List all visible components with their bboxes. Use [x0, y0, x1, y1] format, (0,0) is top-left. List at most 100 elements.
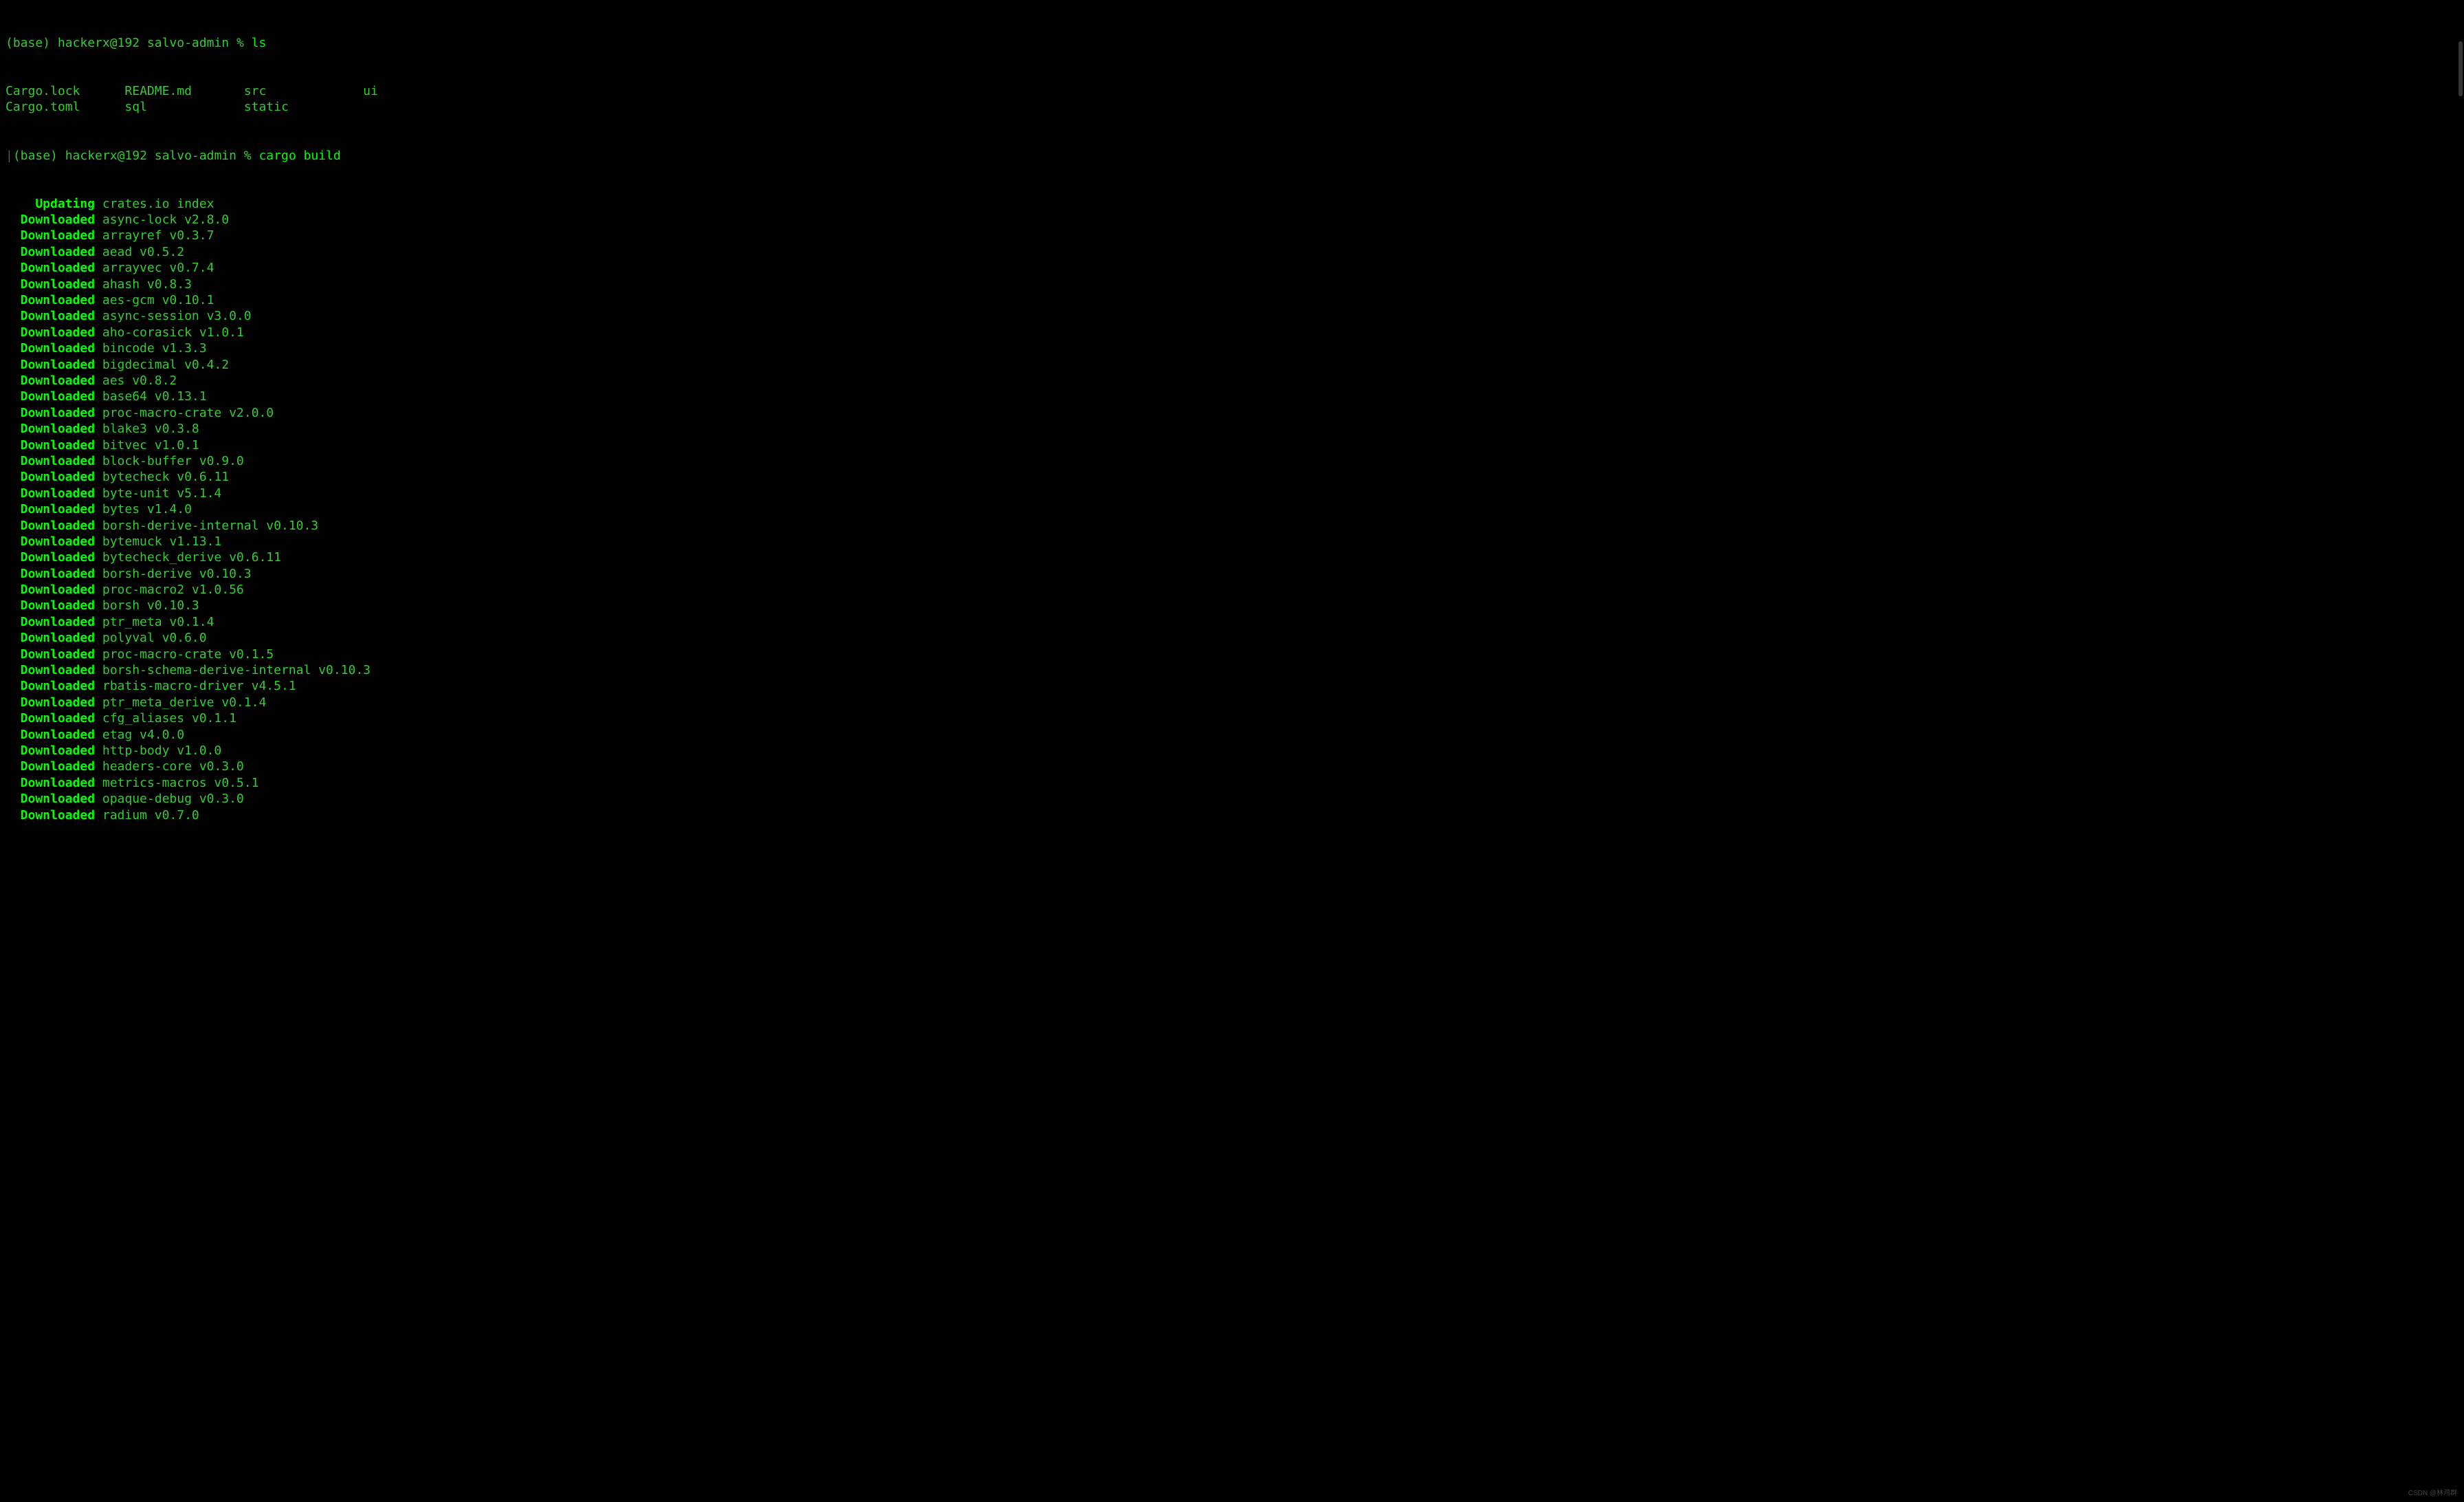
- prompt-line-1: (base) hackerx@192 salvo-admin % ls: [6, 35, 2458, 51]
- cargo-output-line: Downloaded base64 v0.13.1: [6, 389, 2458, 404]
- ls-entry: static: [244, 99, 363, 115]
- cargo-output-line: Downloaded blake3 v0.3.8: [6, 421, 2458, 437]
- cargo-status: Downloaded: [6, 405, 95, 421]
- cargo-package: bincode v1.3.3: [95, 341, 207, 356]
- cargo-output-line: Downloaded arrayref v0.3.7: [6, 228, 2458, 243]
- cargo-package: proc-macro-crate v2.0.0: [95, 406, 274, 420]
- cargo-output-line: Downloaded bigdecimal v0.4.2: [6, 357, 2458, 373]
- cargo-output-line: Downloaded aes-gcm v0.10.1: [6, 292, 2458, 308]
- ls-entry: Cargo.toml: [6, 99, 124, 115]
- cargo-output-line: Downloaded bincode v1.3.3: [6, 340, 2458, 356]
- cargo-status: Updating: [6, 196, 95, 212]
- command-cargo-build: cargo build: [258, 149, 340, 163]
- cargo-package: headers-core v0.3.0: [95, 759, 244, 774]
- cargo-status: Downloaded: [6, 662, 95, 678]
- cargo-status: Downloaded: [6, 453, 95, 469]
- cargo-status: Downloaded: [6, 630, 95, 646]
- cargo-package: block-buffer v0.9.0: [95, 454, 244, 468]
- cargo-status: Downloaded: [6, 678, 95, 694]
- cargo-status: Downloaded: [6, 534, 95, 549]
- shell-prompt: (base) hackerx@192 salvo-admin %: [6, 36, 252, 50]
- cargo-package: proc-macro2 v1.0.56: [95, 583, 244, 597]
- pipe-indicator: |: [6, 149, 13, 163]
- cargo-status: Downloaded: [6, 566, 95, 582]
- cargo-package: polyval v0.6.0: [95, 631, 207, 645]
- cargo-output-line: Downloaded cfg_aliases v0.1.1: [6, 710, 2458, 726]
- shell-prompt: (base) hackerx@192 salvo-admin %: [13, 149, 259, 163]
- cargo-output-line: Downloaded ahash v0.8.3: [6, 276, 2458, 292]
- cargo-output-line: Downloaded etag v4.0.0: [6, 727, 2458, 743]
- cargo-status: Downloaded: [6, 212, 95, 228]
- cargo-output-line: Downloaded proc-macro-crate v2.0.0: [6, 405, 2458, 421]
- cargo-output-line: Downloaded borsh-derive v0.10.3: [6, 566, 2458, 582]
- cargo-output-line: Downloaded aead v0.5.2: [6, 244, 2458, 260]
- cargo-package: etag v4.0.0: [95, 728, 184, 742]
- cargo-status: Downloaded: [6, 389, 95, 404]
- cargo-status: Downloaded: [6, 469, 95, 485]
- cargo-package: blake3 v0.3.8: [95, 422, 199, 436]
- cargo-package: metrics-macros v0.5.1: [95, 776, 258, 790]
- cargo-output-line: Downloaded polyval v0.6.0: [6, 630, 2458, 646]
- cargo-package: cfg_aliases v0.1.1: [95, 711, 236, 726]
- cargo-output-line: Downloaded async-session v3.0.0: [6, 308, 2458, 324]
- cargo-status: Downloaded: [6, 325, 95, 340]
- cargo-package: ahash v0.8.3: [95, 277, 192, 292]
- cargo-output-line: Downloaded byte-unit v5.1.4: [6, 486, 2458, 501]
- cargo-package: ptr_meta_derive v0.1.4: [95, 695, 266, 710]
- ls-entry: ui: [363, 83, 482, 99]
- cargo-output-line: Updating crates.io index: [6, 196, 2458, 212]
- ls-row: Cargo.lockREADME.mdsrcui: [6, 83, 2458, 99]
- cargo-status: Downloaded: [6, 695, 95, 710]
- ls-output: Cargo.lockREADME.mdsrcuiCargo.tomlsqlsta…: [6, 83, 2458, 116]
- command-ls: ls: [252, 36, 267, 50]
- cargo-output-line: Downloaded opaque-debug v0.3.0: [6, 791, 2458, 807]
- cargo-status: Downloaded: [6, 437, 95, 453]
- cargo-package: aes-gcm v0.10.1: [95, 293, 214, 307]
- cargo-status: Downloaded: [6, 373, 95, 389]
- cargo-status: Downloaded: [6, 775, 95, 791]
- prompt-line-2: |(base) hackerx@192 salvo-admin % cargo …: [6, 148, 2458, 164]
- cargo-status: Downloaded: [6, 646, 95, 662]
- cargo-output-line: Downloaded radium v0.7.0: [6, 807, 2458, 823]
- cargo-output-line: Downloaded proc-macro2 v1.0.56: [6, 582, 2458, 598]
- cargo-status: Downloaded: [6, 308, 95, 324]
- cargo-package: aho-corasick v1.0.1: [95, 325, 244, 340]
- cargo-package: borsh-schema-derive-internal v0.10.3: [95, 663, 371, 677]
- cargo-package: borsh-derive v0.10.3: [95, 567, 252, 581]
- cargo-status: Downloaded: [6, 340, 95, 356]
- cargo-package: borsh v0.10.3: [95, 598, 199, 613]
- cargo-status: Downloaded: [6, 228, 95, 243]
- cargo-package: bytecheck_derive v0.6.11: [95, 550, 281, 565]
- cargo-package: aead v0.5.2: [95, 245, 184, 259]
- cargo-status: Downloaded: [6, 759, 95, 774]
- cargo-output-line: Downloaded proc-macro-crate v0.1.5: [6, 646, 2458, 662]
- cargo-package: opaque-debug v0.3.0: [95, 792, 244, 806]
- cargo-status: Downloaded: [6, 791, 95, 807]
- cargo-package: bitvec v1.0.1: [95, 438, 199, 453]
- cargo-output-line: Downloaded borsh v0.10.3: [6, 598, 2458, 613]
- terminal-output[interactable]: (base) hackerx@192 salvo-admin % ls Carg…: [6, 3, 2458, 839]
- cargo-package: proc-macro-crate v0.1.5: [95, 647, 274, 662]
- cargo-output-line: Downloaded http-body v1.0.0: [6, 743, 2458, 759]
- cargo-package: arrayvec v0.7.4: [95, 261, 214, 275]
- cargo-status: Downloaded: [6, 276, 95, 292]
- cargo-output-line: Downloaded aho-corasick v1.0.1: [6, 325, 2458, 340]
- cargo-package: base64 v0.13.1: [95, 389, 207, 404]
- ls-entry: sql: [124, 99, 243, 115]
- cargo-package: arrayref v0.3.7: [95, 228, 214, 243]
- cargo-output-line: Downloaded borsh-schema-derive-internal …: [6, 662, 2458, 678]
- watermark: CSDN @林鸿群: [2408, 1489, 2457, 1498]
- cargo-output-line: Downloaded bytemuck v1.13.1: [6, 534, 2458, 549]
- ls-entry: src: [244, 83, 363, 99]
- cargo-output: Updating crates.io indexDownloaded async…: [6, 196, 2458, 823]
- ls-entry: Cargo.lock: [6, 83, 124, 99]
- cargo-status: Downloaded: [6, 582, 95, 598]
- cargo-output-line: Downloaded async-lock v2.8.0: [6, 212, 2458, 228]
- cargo-status: Downloaded: [6, 727, 95, 743]
- cargo-status: Downloaded: [6, 357, 95, 373]
- scrollbar-thumb[interactable]: [2458, 41, 2463, 96]
- cargo-status: Downloaded: [6, 486, 95, 501]
- cargo-package: rbatis-macro-driver v4.5.1: [95, 679, 296, 693]
- cargo-output-line: Downloaded headers-core v0.3.0: [6, 759, 2458, 774]
- cargo-package: radium v0.7.0: [95, 808, 199, 823]
